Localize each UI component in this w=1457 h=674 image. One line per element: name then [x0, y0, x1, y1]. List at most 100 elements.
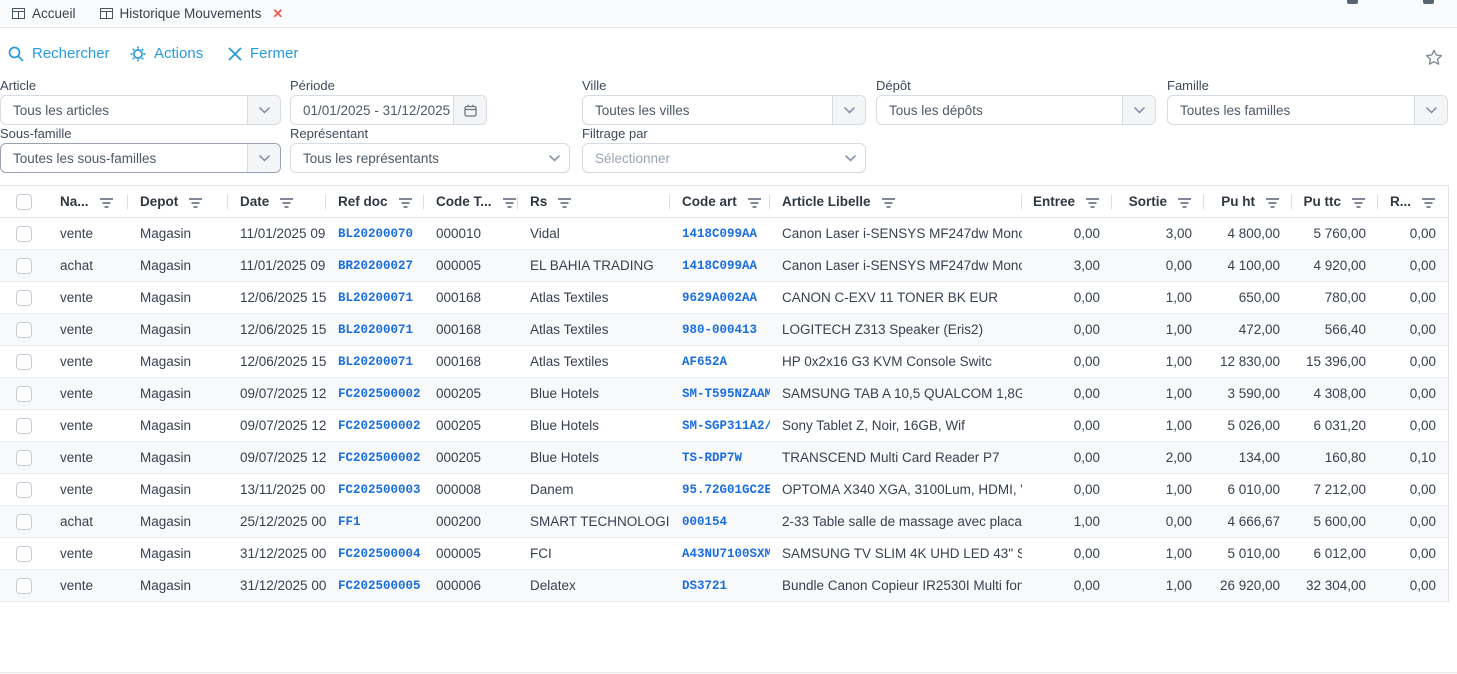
table-row[interactable]: venteMagasin31/12/2025 00FC2025000040000… [0, 538, 1448, 570]
cell-code_art[interactable]: 9629A002AA [670, 282, 770, 313]
row-checkbox[interactable] [16, 258, 32, 274]
column-header-entree[interactable]: Entree [1022, 186, 1112, 217]
table-row[interactable]: venteMagasin09/07/2025 12FC2025000020002… [0, 442, 1448, 474]
cell-ref[interactable]: FF1 [326, 506, 424, 537]
representant-select[interactable]: Tous les représentants [290, 143, 570, 173]
row-checkbox[interactable] [16, 290, 32, 306]
filter-icon[interactable] [279, 195, 294, 209]
table-row[interactable]: venteMagasin13/11/2025 00FC2025000030000… [0, 474, 1448, 506]
cell-ref[interactable]: BL20200071 [326, 282, 424, 313]
cell-code_art[interactable]: 000154 [670, 506, 770, 537]
filter-icon[interactable] [881, 195, 896, 209]
filter-icon[interactable] [502, 195, 517, 209]
row-checkbox[interactable] [16, 578, 32, 594]
row-checkbox[interactable] [16, 450, 32, 466]
cell-ref[interactable]: FC202500002 [326, 442, 424, 473]
column-header-ref[interactable]: Ref doc [326, 186, 424, 217]
tab-close-icon[interactable]: ✕ [272, 6, 283, 22]
cell-code_art[interactable]: A43NU7100SXM [670, 538, 770, 569]
cell-code_art[interactable]: 1418C099AA [670, 218, 770, 249]
row-checkbox[interactable] [16, 546, 32, 562]
chevron-down-icon[interactable] [247, 144, 280, 172]
row-checkbox[interactable] [16, 386, 32, 402]
cell-code_art[interactable]: SM-T595NZAAM [670, 378, 770, 409]
cell-ref[interactable]: FC202500002 [326, 378, 424, 409]
column-header-rs[interactable]: Rs [518, 186, 670, 217]
filter-icon[interactable] [1351, 195, 1366, 209]
select-all-checkbox[interactable] [16, 194, 32, 210]
column-header-depot[interactable]: Depot [128, 186, 228, 217]
column-header-code_art[interactable]: Code art [670, 186, 770, 217]
sous-famille-select[interactable]: Toutes les sous-familles [0, 143, 281, 173]
cell-ref[interactable]: BL20200071 [326, 346, 424, 377]
row-checkbox[interactable] [16, 354, 32, 370]
cell-ref[interactable]: FC202500005 [326, 570, 424, 601]
calendar-icon[interactable] [453, 96, 486, 124]
chevron-down-icon[interactable] [1414, 96, 1447, 124]
chevron-down-icon[interactable] [1122, 96, 1155, 124]
cell-ref[interactable]: BL20200070 [326, 218, 424, 249]
cell-ref[interactable]: FC202500003 [326, 474, 424, 505]
column-header-date[interactable]: Date [228, 186, 326, 217]
periode-range-input[interactable]: 01/01/2025 - 31/12/2025 [290, 95, 487, 125]
chevron-down-icon[interactable] [835, 155, 865, 162]
close-button[interactable]: Fermer [228, 29, 298, 78]
table-row[interactable]: venteMagasin09/07/2025 12FC2025000020002… [0, 410, 1448, 442]
filtrage-par-select[interactable]: Sélectionner [582, 143, 866, 173]
filter-icon[interactable] [747, 195, 762, 209]
row-checkbox[interactable] [16, 482, 32, 498]
table-row[interactable]: achatMagasin25/12/2025 00FF1000200SMART … [0, 506, 1448, 538]
favorite-star-icon[interactable] [1425, 49, 1443, 66]
row-checkbox[interactable] [16, 418, 32, 434]
filter-icon[interactable] [398, 195, 413, 209]
chevron-down-icon[interactable] [832, 96, 865, 124]
cell-ref[interactable]: FC202500002 [326, 410, 424, 441]
table-row[interactable]: venteMagasin09/07/2025 12FC2025000020002… [0, 378, 1448, 410]
chevron-down-icon[interactable] [247, 96, 280, 124]
filter-icon[interactable] [188, 195, 203, 209]
cell-code_art[interactable]: TS-RDP7W [670, 442, 770, 473]
filter-icon[interactable] [99, 195, 114, 209]
column-header-libelle[interactable]: Article Libelle [770, 186, 1022, 217]
tab-historique-mouvements[interactable]: Historique Mouvements ✕ [88, 0, 296, 27]
row-checkbox[interactable] [16, 514, 32, 530]
filter-icon[interactable] [1265, 195, 1280, 209]
cell-code_art[interactable]: 980-000413 [670, 314, 770, 345]
depot-select[interactable]: Tous les dépôts [876, 95, 1156, 125]
column-header-nature[interactable]: Na... [48, 186, 128, 217]
cell-ref[interactable]: BR20200027 [326, 250, 424, 281]
column-header-pu_ht[interactable]: Pu ht [1204, 186, 1292, 217]
column-header-r[interactable]: R... [1378, 186, 1448, 217]
cell-code_art[interactable]: 95.72G01GC2E [670, 474, 770, 505]
row-checkbox[interactable] [16, 322, 32, 338]
cell-code_art[interactable]: AF652A [670, 346, 770, 377]
cell-ref[interactable]: FC202500004 [326, 538, 424, 569]
table-row[interactable]: venteMagasin12/06/2025 15BL2020007100016… [0, 314, 1448, 346]
cell-ref[interactable]: BL20200071 [326, 314, 424, 345]
actions-button[interactable]: Actions [130, 29, 203, 78]
filter-icon[interactable] [557, 195, 572, 209]
table-row[interactable]: venteMagasin12/06/2025 15BL2020007100016… [0, 346, 1448, 378]
row-checkbox[interactable] [16, 226, 32, 242]
filter-icon[interactable] [1421, 195, 1436, 209]
table-row[interactable]: achatMagasin11/01/2025 09BR2020002700000… [0, 250, 1448, 282]
column-header-sortie[interactable]: Sortie [1112, 186, 1204, 217]
chevron-down-icon[interactable] [539, 155, 569, 162]
article-select[interactable]: Tous les articles [0, 95, 281, 125]
cell-code_art[interactable]: 1418C099AA [670, 250, 770, 281]
filter-icon[interactable] [1177, 195, 1192, 209]
table-row[interactable]: venteMagasin11/01/2025 09BL2020007000001… [0, 218, 1448, 250]
filter-icon[interactable] [1085, 195, 1100, 209]
column-header-check[interactable] [0, 186, 48, 217]
table-row[interactable]: venteMagasin31/12/2025 00FC2025000050000… [0, 570, 1448, 602]
ville-select[interactable]: Toutes les villes [582, 95, 866, 125]
cell-code_art[interactable]: SM-SGP311A2/ [670, 410, 770, 441]
search-button[interactable]: Rechercher [8, 29, 110, 78]
cell-code_art[interactable]: DS3721 [670, 570, 770, 601]
tab-accueil[interactable]: Accueil [0, 0, 88, 27]
column-header-code_tiers[interactable]: Code T... [424, 186, 518, 217]
table-row[interactable]: venteMagasin12/06/2025 15BL2020007100016… [0, 282, 1448, 314]
famille-select[interactable]: Toutes les familles [1167, 95, 1448, 125]
column-header-pu_ttc[interactable]: Pu ttc [1292, 186, 1378, 217]
cell-sortie: 1,00 [1112, 570, 1204, 601]
